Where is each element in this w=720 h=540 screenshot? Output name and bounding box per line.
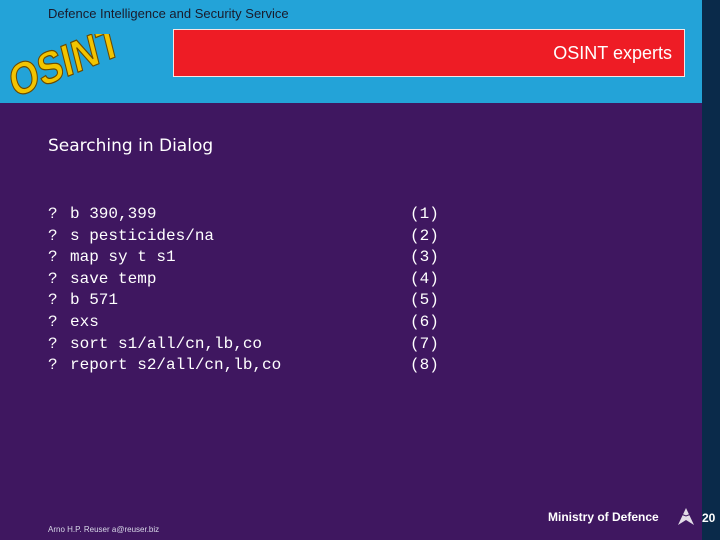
command-row: ? sort s1/all/cn,lb,co (7) — [48, 334, 440, 356]
command-text: exs — [70, 312, 99, 331]
prompt-symbol: ? — [48, 269, 58, 288]
command-number: (4) — [410, 269, 439, 288]
prompt-symbol: ? — [48, 312, 58, 331]
command-row: ? save temp (4) — [48, 269, 440, 291]
prompt-symbol: ? — [48, 334, 58, 353]
ministry-of-defence-label: Ministry of Defence — [548, 510, 659, 524]
command-number: (8) — [410, 356, 439, 375]
osint-logo: OSINT — [8, 34, 126, 108]
banner-box: OSINT experts — [173, 29, 685, 77]
command-row: ? report s2/all/cn,lb,co (8) — [48, 355, 440, 377]
prompt-symbol: ? — [48, 226, 58, 245]
author-credit: Arno H.P. Reuser a@reuser.biz — [48, 525, 160, 534]
command-text: save temp — [70, 269, 157, 288]
banner-text: OSINT experts — [553, 43, 672, 63]
command-list: ? b 390,399 (1)? s pesticides/na (2)? map sy … — [48, 204, 440, 377]
right-edge-strip — [702, 0, 720, 540]
command-row: ? exs (6) — [48, 312, 440, 334]
command-row: ? map sy t s1 (3) — [48, 247, 440, 269]
command-row: ? b 571 (5) — [48, 290, 440, 312]
prompt-symbol: ? — [48, 356, 58, 375]
command-number: (6) — [410, 312, 439, 331]
command-number: (3) — [410, 248, 439, 267]
prompt-symbol: ? — [48, 205, 58, 223]
command-number: (7) — [410, 334, 439, 353]
command-text: b 571 — [70, 291, 119, 310]
prompt-symbol: ? — [48, 291, 58, 310]
command-text: map sy t s1 — [70, 248, 176, 267]
command-row: ? s pesticides/na (2) — [48, 226, 440, 248]
slide-title: Searching in Dialog — [48, 136, 214, 156]
command-number: (5) — [410, 291, 439, 310]
command-text: b 390,399 — [70, 205, 157, 223]
prompt-symbol: ? — [48, 248, 58, 267]
ministry-crest-icon — [678, 508, 694, 525]
command-text: sort s1/all/cn,lb,co — [70, 334, 263, 353]
agency-name: Defence Intelligence and Security Servic… — [48, 6, 289, 21]
page-number: 20 — [702, 511, 716, 525]
command-number: (1) — [410, 205, 439, 223]
command-text: s pesticides/na — [70, 226, 215, 245]
svg-text:OSINT: OSINT — [8, 34, 126, 108]
command-number: (2) — [410, 226, 439, 245]
command-text: report s2/all/cn,lb,co — [70, 356, 282, 375]
command-row: ? b 390,399 (1) — [48, 204, 440, 226]
